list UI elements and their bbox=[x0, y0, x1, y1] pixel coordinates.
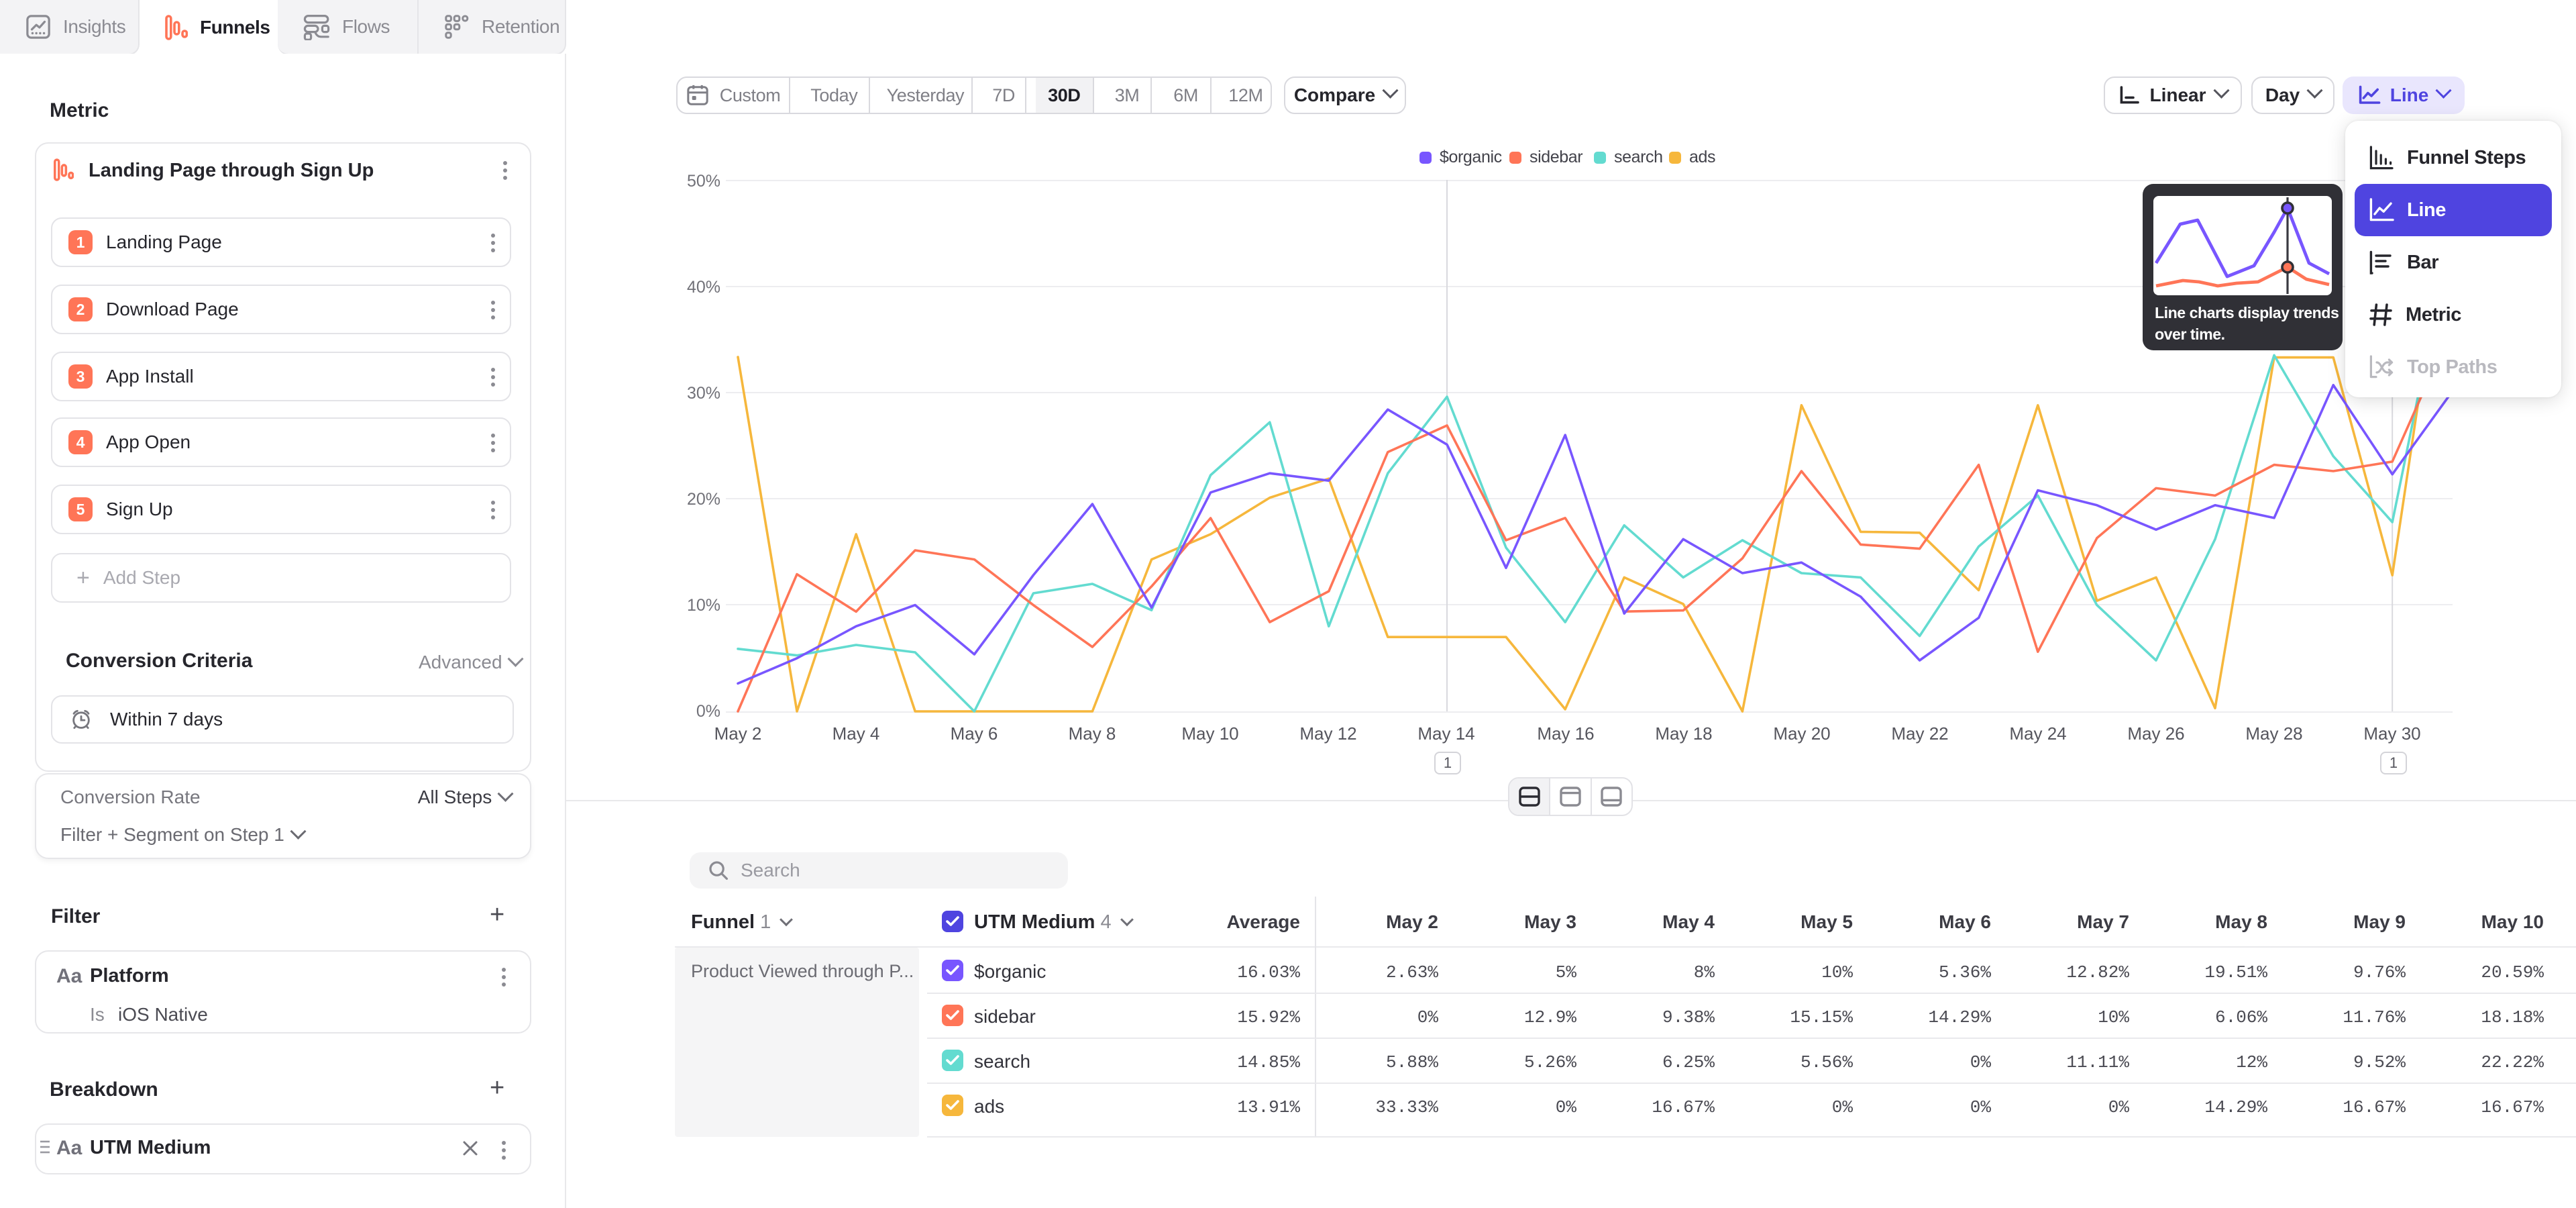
svg-text:May 16: May 16 bbox=[1537, 723, 1594, 744]
svg-text:May 26: May 26 bbox=[2127, 723, 2184, 744]
svg-text:20%: 20% bbox=[687, 490, 720, 509]
svg-text:40%: 40% bbox=[687, 278, 720, 297]
svg-text:May 10: May 10 bbox=[1181, 723, 1238, 744]
svg-text:10%: 10% bbox=[687, 596, 720, 615]
svg-text:May 4: May 4 bbox=[833, 723, 880, 744]
svg-text:May 30: May 30 bbox=[2363, 723, 2420, 744]
svg-text:May 22: May 22 bbox=[1891, 723, 1948, 744]
svg-text:30%: 30% bbox=[687, 384, 720, 403]
svg-text:May 14: May 14 bbox=[1417, 723, 1474, 744]
svg-text:May 12: May 12 bbox=[1299, 723, 1356, 744]
svg-text:May 24: May 24 bbox=[2009, 723, 2066, 744]
svg-text:0%: 0% bbox=[696, 702, 720, 721]
svg-text:May 2: May 2 bbox=[714, 723, 762, 744]
svg-text:May 18: May 18 bbox=[1655, 723, 1712, 744]
svg-text:May 8: May 8 bbox=[1069, 723, 1116, 744]
svg-text:50%: 50% bbox=[687, 172, 720, 191]
svg-text:May 28: May 28 bbox=[2245, 723, 2302, 744]
svg-text:May 6: May 6 bbox=[951, 723, 998, 744]
svg-text:May 20: May 20 bbox=[1773, 723, 1830, 744]
